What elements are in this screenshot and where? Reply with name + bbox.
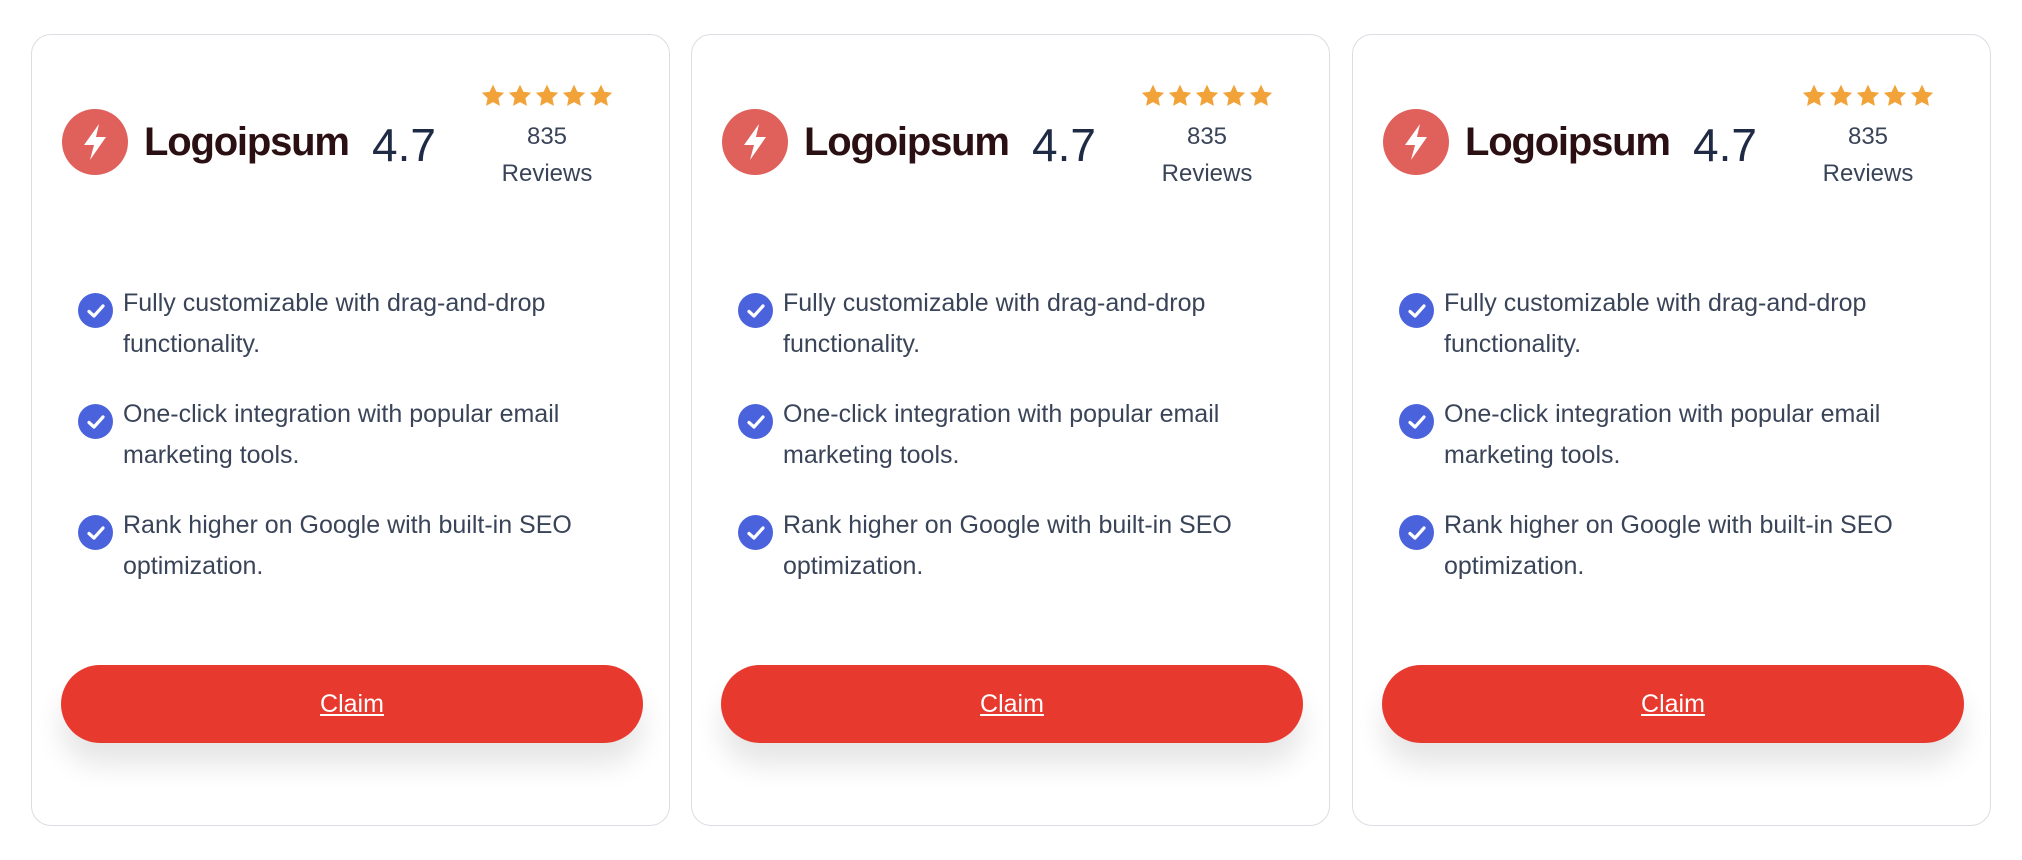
rating-score: 4.7	[372, 119, 436, 171]
star-rating	[1793, 83, 1943, 113]
feature-text: Fully customizable with drag-and-drop fu…	[783, 289, 1206, 358]
rating-summary: 835 Reviews	[472, 83, 622, 193]
feature-text: One-click integration with popular email…	[123, 400, 560, 469]
star-icon	[481, 84, 505, 106]
claim-button[interactable]: Claim	[61, 665, 643, 743]
feature-item: One-click integration with popular email…	[738, 394, 1278, 476]
review-count: 835	[1186, 123, 1228, 150]
feature-text: One-click integration with popular email…	[783, 400, 1220, 469]
checkmark-circle-icon	[78, 293, 113, 328]
star-rating	[472, 83, 622, 113]
feature-list: Fully customizable with drag-and-drop fu…	[78, 283, 618, 616]
checkmark-circle-icon	[78, 515, 113, 550]
star-icon	[1249, 84, 1273, 106]
checkmark-circle-icon	[738, 404, 773, 439]
rating-score: 4.7	[1032, 119, 1096, 171]
feature-item: Fully customizable with drag-and-drop fu…	[1399, 283, 1939, 365]
feature-text: Fully customizable with drag-and-drop fu…	[1444, 289, 1867, 358]
claim-button[interactable]: Claim	[721, 665, 1303, 743]
checkmark-circle-icon	[738, 293, 773, 328]
offer-card: Logoipsum 4.7 835 Reviews Fully customiz…	[691, 34, 1330, 826]
star-icon	[1168, 84, 1192, 106]
star-icon	[1910, 84, 1934, 106]
feature-text: Rank higher on Google with built-in SEO …	[783, 511, 1232, 580]
feature-item: Rank higher on Google with built-in SEO …	[78, 505, 618, 587]
lightning-bolt-icon	[722, 109, 788, 175]
offer-card: Logoipsum 4.7 835 Reviews Fully customiz…	[1352, 34, 1991, 826]
feature-item: Fully customizable with drag-and-drop fu…	[78, 283, 618, 365]
star-icon	[1856, 84, 1880, 106]
offer-cards-row: Logoipsum 4.7 835 Reviews Fully customiz…	[0, 0, 2022, 860]
review-count: 835	[1847, 123, 1889, 150]
feature-text: One-click integration with popular email…	[1444, 400, 1881, 469]
star-icon	[1829, 84, 1853, 106]
feature-text: Rank higher on Google with built-in SEO …	[123, 511, 572, 580]
feature-item: Fully customizable with drag-and-drop fu…	[738, 283, 1278, 365]
feature-list: Fully customizable with drag-and-drop fu…	[1399, 283, 1939, 616]
checkmark-circle-icon	[1399, 293, 1434, 328]
star-icon	[1141, 84, 1165, 106]
rating-summary: 835 Reviews	[1132, 83, 1282, 193]
feature-item: Rank higher on Google with built-in SEO …	[1399, 505, 1939, 587]
lightning-bolt-icon	[1383, 109, 1449, 175]
brand-name: Logoipsum	[804, 120, 1010, 164]
review-label: Reviews	[1822, 160, 1914, 187]
checkmark-circle-icon	[738, 515, 773, 550]
feature-item: One-click integration with popular email…	[1399, 394, 1939, 476]
feature-list: Fully customizable with drag-and-drop fu…	[738, 283, 1278, 616]
star-icon	[1802, 84, 1826, 106]
brand-name: Logoipsum	[144, 120, 350, 164]
star-icon	[562, 84, 586, 106]
star-icon	[508, 84, 532, 106]
star-icon	[1883, 84, 1907, 106]
lightning-bolt-icon	[62, 109, 128, 175]
claim-button[interactable]: Claim	[1382, 665, 1964, 743]
checkmark-circle-icon	[1399, 515, 1434, 550]
star-icon	[1222, 84, 1246, 106]
star-rating	[1132, 83, 1282, 113]
star-icon	[1195, 84, 1219, 106]
feature-item: Rank higher on Google with built-in SEO …	[738, 505, 1278, 587]
star-icon	[535, 84, 559, 106]
rating-summary: 835 Reviews	[1793, 83, 1943, 193]
feature-text: Fully customizable with drag-and-drop fu…	[123, 289, 546, 358]
brand-name: Logoipsum	[1465, 120, 1671, 164]
checkmark-circle-icon	[1399, 404, 1434, 439]
star-icon	[589, 84, 613, 106]
review-label: Reviews	[1161, 160, 1253, 187]
review-label: Reviews	[501, 160, 593, 187]
review-count: 835	[526, 123, 568, 150]
rating-score: 4.7	[1693, 119, 1757, 171]
checkmark-circle-icon	[78, 404, 113, 439]
offer-card: Logoipsum 4.7 835 Reviews Fully customiz…	[31, 34, 670, 826]
feature-item: One-click integration with popular email…	[78, 394, 618, 476]
feature-text: Rank higher on Google with built-in SEO …	[1444, 511, 1893, 580]
